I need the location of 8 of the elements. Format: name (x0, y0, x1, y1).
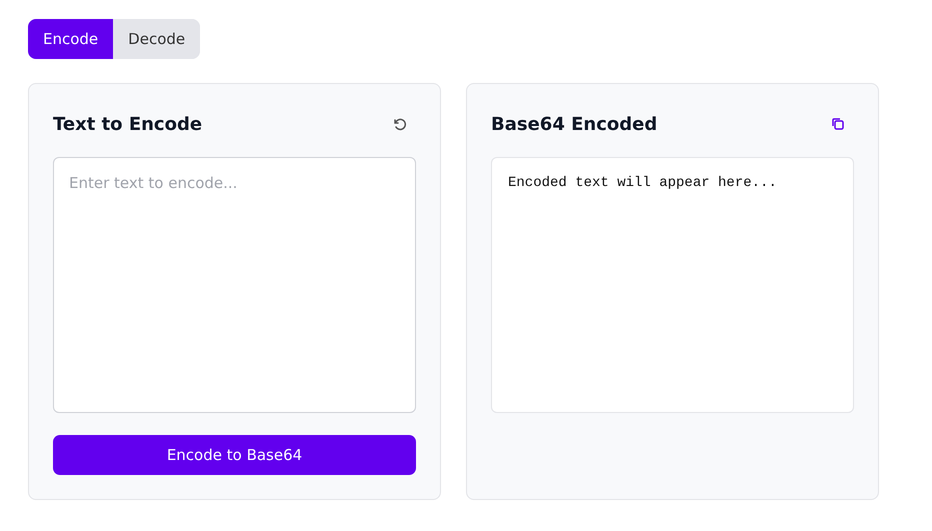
output-text: Encoded text will appear here... (508, 175, 777, 191)
mode-tab[interactable]: Encode (28, 19, 114, 59)
encode-button[interactable]: Encode to Base64 (53, 435, 416, 475)
text-input-field[interactable]: Enter text to encode... (53, 157, 416, 413)
panel-title: Base64 Encoded (491, 114, 658, 134)
copy-icon[interactable] (830, 116, 846, 132)
panel-title: Text to Encode (53, 114, 202, 134)
reset-icon[interactable] (392, 116, 408, 132)
